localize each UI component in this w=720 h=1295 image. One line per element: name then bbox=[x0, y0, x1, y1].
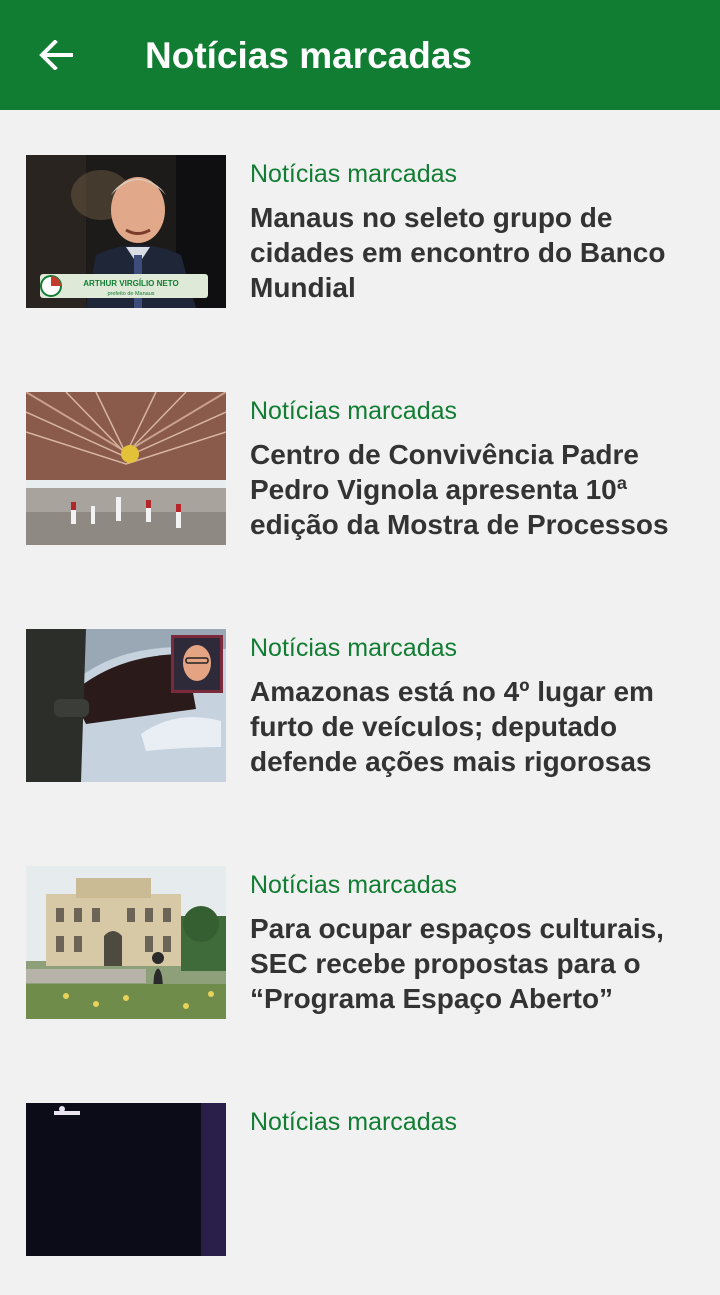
gym-photo bbox=[26, 392, 226, 545]
palace-photo bbox=[26, 866, 226, 1019]
app-bar: Notícias marcadas bbox=[0, 0, 720, 110]
news-thumbnail bbox=[26, 392, 226, 545]
news-title: Amazonas está no 4º lugar em furto de ve… bbox=[250, 676, 654, 777]
stage-photo bbox=[26, 1103, 226, 1256]
news-category: Notícias marcadas bbox=[250, 871, 458, 899]
news-item[interactable]: Notícias marcadas Centro de Convivência … bbox=[0, 347, 720, 584]
portrait-photo: ARTHUR VIRGÍLIO NETO prefeito de Manaus bbox=[26, 155, 226, 308]
arrow-left-icon bbox=[39, 40, 73, 70]
news-category: Notícias marcadas bbox=[250, 160, 458, 188]
news-thumbnail bbox=[26, 629, 226, 782]
news-item[interactable]: ARTHUR VIRGÍLIO NETO prefeito de Manaus … bbox=[0, 110, 720, 347]
news-item[interactable]: Notícias marcadas Para ocupar espaços cu… bbox=[0, 821, 720, 1058]
news-category: Notícias marcadas bbox=[250, 634, 458, 662]
news-item[interactable]: Notícias marcadas Amazonas está no 4º lu… bbox=[0, 584, 720, 821]
news-title: Para ocupar espaços culturais, SEC receb… bbox=[250, 913, 664, 1014]
news-title: Centro de Convivência Padre Pedro Vignol… bbox=[250, 439, 669, 540]
news-category: Notícias marcadas bbox=[250, 1108, 458, 1136]
news-thumbnail: ARTHUR VIRGÍLIO NETO prefeito de Manaus bbox=[26, 155, 226, 308]
news-item[interactable]: Notícias marcadas bbox=[0, 1058, 720, 1295]
news-thumbnail bbox=[26, 866, 226, 1019]
car-theft-photo bbox=[26, 629, 226, 782]
svg-text:prefeito de Manaus: prefeito de Manaus bbox=[107, 291, 154, 297]
news-category: Notícias marcadas bbox=[250, 397, 458, 425]
svg-text:ARTHUR VIRGÍLIO NETO: ARTHUR VIRGÍLIO NETO bbox=[83, 279, 178, 288]
back-button[interactable] bbox=[32, 31, 80, 79]
news-thumbnail bbox=[26, 1103, 226, 1256]
news-title: Manaus no seleto grupo de cidades em enc… bbox=[250, 202, 666, 303]
page-title: Notícias marcadas bbox=[145, 35, 473, 76]
